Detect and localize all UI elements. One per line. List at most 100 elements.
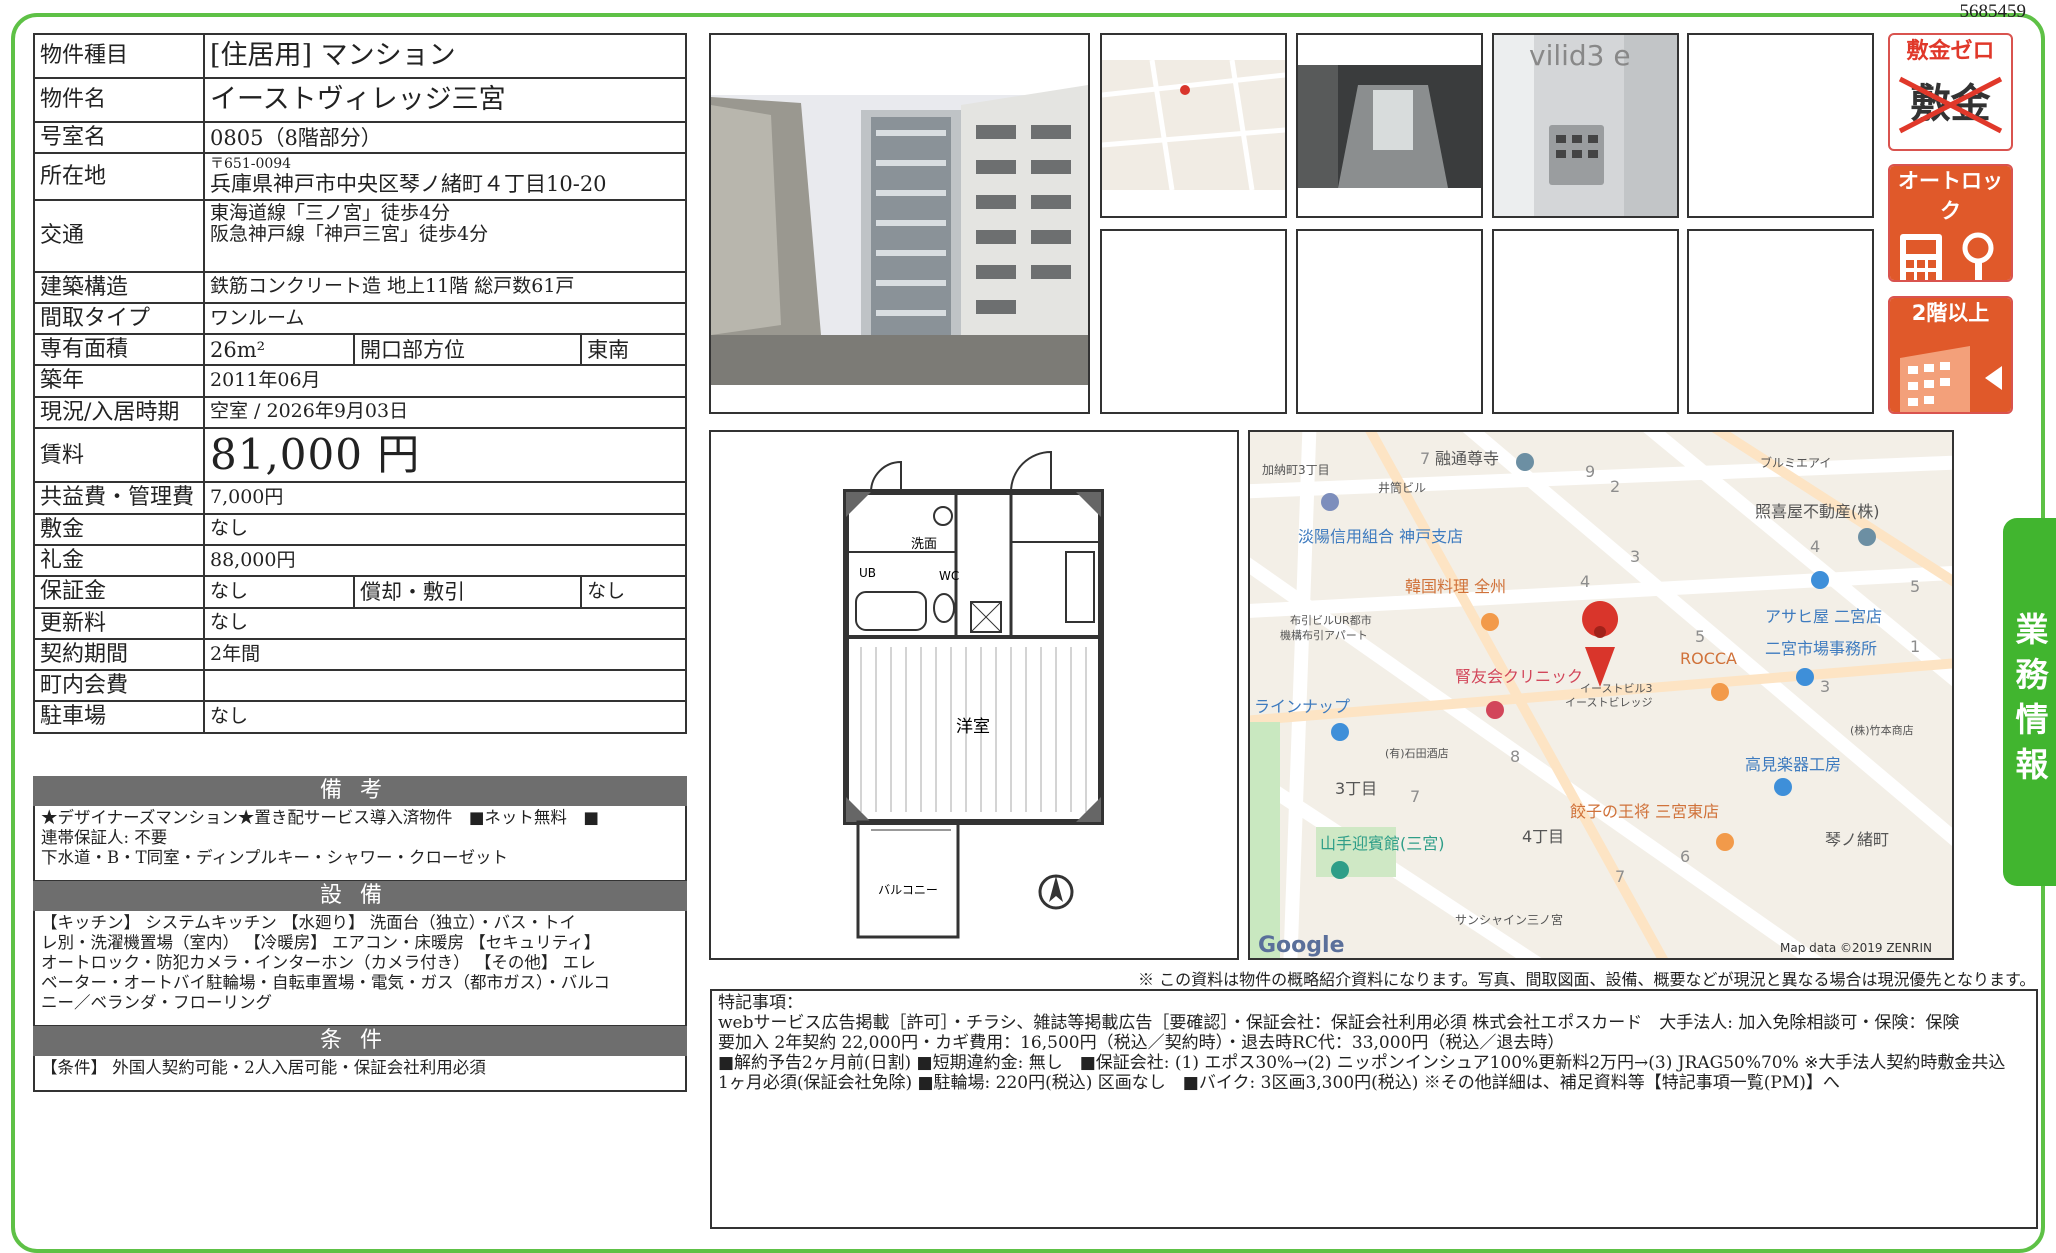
corridor-photo[interactable] bbox=[1296, 33, 1483, 218]
address-label: 所在地 bbox=[33, 152, 205, 201]
map-label-ur-1: 布引ビルUR都市 bbox=[1290, 613, 1372, 627]
type-value: [住居用] マンション bbox=[203, 33, 687, 79]
lock-key-icon bbox=[1890, 226, 2011, 280]
structure-value: 鉄筋コンクリート造 地上11階 総戸数61戸 bbox=[203, 270, 687, 304]
map-label-bank: 淡陽信用組合 神戸支店 bbox=[1298, 527, 1463, 546]
renewal-value: なし bbox=[203, 606, 687, 640]
map-number-3: 2 bbox=[1610, 477, 1620, 496]
ub-label: UB bbox=[859, 566, 876, 580]
community-fee-label: 町内会費 bbox=[33, 669, 205, 703]
structure-label: 建築構造 bbox=[33, 270, 205, 304]
balcony-label: バルコニー bbox=[878, 883, 938, 897]
map-label-kotonoo: 琴ノ緒町 bbox=[1825, 830, 1889, 849]
address-cell: 〒651-0094 兵庫県神戸市中央区琴ノ緒町４丁目10-20 bbox=[203, 152, 687, 201]
floor-plan[interactable]: 洗面 UB WC 洋室 バルコニー bbox=[709, 430, 1239, 960]
name-label: 物件名 bbox=[33, 77, 205, 123]
map-thumbnail-image bbox=[1102, 35, 1285, 216]
community-fee-value bbox=[203, 669, 687, 703]
autolock-label: オートロック bbox=[1890, 166, 2011, 226]
deposit-value: なし bbox=[203, 512, 687, 546]
renewal-label: 更新料 bbox=[33, 606, 205, 640]
map-canvas: 7 9 2 4 3 5 4 5 3 8 7 6 7 1 加納町3丁目 融通尊寺 … bbox=[1250, 432, 1952, 958]
western-room-label: 洋室 bbox=[956, 717, 990, 737]
map-label-gyoza: 餃子の王将 三宮東店 bbox=[1570, 802, 1719, 821]
map-number-12: 6 bbox=[1680, 847, 1690, 866]
conditions-text: 【条件】 外国人契約可能・2人入居可能・保証会社利用必須 bbox=[33, 1056, 687, 1092]
entrance-photo[interactable]: vilid3 e bbox=[1492, 33, 1679, 218]
map-label-lineup: ラインナップ bbox=[1254, 697, 1350, 716]
map-number-13: 7 bbox=[1615, 867, 1625, 886]
building-photo[interactable] bbox=[709, 33, 1090, 414]
map-number-6: 5 bbox=[1910, 577, 1920, 596]
parking-value: なし bbox=[203, 700, 687, 734]
direction-label: 開口部方位 bbox=[352, 333, 583, 367]
zip-code: 〒651-0094 bbox=[210, 156, 292, 173]
map-label-eastvillage: イーストビレッジ bbox=[1565, 696, 1652, 709]
remarks-text: ★デザイナーズマンション★置き配サービス導入済物件 ■ネット無料 ■ 連帯保証人… bbox=[33, 806, 687, 882]
map-label-ishida: (有)石田酒店 bbox=[1385, 746, 1449, 760]
guarantee-label: 保証金 bbox=[33, 575, 205, 609]
map-label-takami: 高見楽器工房 bbox=[1745, 755, 1841, 774]
map-number-7: 4 bbox=[1580, 572, 1590, 591]
building-photo-image bbox=[711, 35, 1088, 412]
strike-cross-icon bbox=[1898, 76, 2003, 134]
contract-value: 2年間 bbox=[203, 637, 687, 672]
map-number-5: 3 bbox=[1630, 547, 1640, 566]
business-info-tab[interactable]: 業務情報 bbox=[2003, 518, 2056, 886]
map-label-4chome: 4丁目 bbox=[1522, 827, 1564, 846]
room-value: 0805（8階部分） bbox=[203, 120, 687, 155]
built-label: 築年 bbox=[33, 364, 205, 398]
address-value: 兵庫県神戸市中央区琴ノ緒町４丁目10-20 bbox=[210, 172, 607, 197]
facilities-heading: 設備 bbox=[33, 881, 687, 911]
map-credit: Map data ©2019 ZENRIN bbox=[1780, 941, 1932, 955]
location-map[interactable]: 7 9 2 4 3 5 4 5 3 8 7 6 7 1 加納町3丁目 融通尊寺 … bbox=[1248, 430, 1954, 960]
map-label-korean: 韓国料理 全州 bbox=[1405, 577, 1506, 596]
map-number-2: 9 bbox=[1585, 462, 1595, 481]
fee-label: 共益費・管理費 bbox=[33, 481, 205, 515]
building-arrow-icon bbox=[1890, 328, 2011, 412]
zero-deposit-badge: 敷金ゼロ 敷金 bbox=[1888, 33, 2013, 151]
conditions-heading: 条件 bbox=[33, 1026, 687, 1056]
empty-photo-slot-2 bbox=[1100, 229, 1287, 414]
transport-line-2: 阪急神戸線「神戸三宮」徒歩4分 bbox=[210, 223, 489, 246]
empty-photo-slot-1 bbox=[1687, 33, 1874, 218]
google-logo: Google bbox=[1258, 933, 1345, 958]
map-label-yamate: 山手迎賓館(三宮) bbox=[1320, 834, 1445, 853]
guarantee-value: なし bbox=[203, 575, 355, 609]
empty-photo-slot-3 bbox=[1296, 229, 1483, 414]
fee-value: 7,000円 bbox=[203, 481, 687, 515]
transport-label: 交通 bbox=[33, 198, 205, 273]
map-label-izutsu: 井筒ビル bbox=[1378, 480, 1426, 495]
area-label: 専有面積 bbox=[33, 333, 205, 367]
map-thumbnail[interactable] bbox=[1100, 33, 1287, 218]
layout-value: ワンルーム bbox=[203, 301, 687, 336]
contract-label: 契約期間 bbox=[33, 637, 205, 672]
map-label-ur-2: 機構布引アパート bbox=[1280, 628, 1368, 642]
second-floor-badge: 2階以上 bbox=[1888, 296, 2013, 414]
map-label-temple: 融通尊寺 bbox=[1435, 449, 1499, 468]
transport-line-1: 東海道線「三ノ宮」徒歩4分 bbox=[210, 201, 451, 224]
map-label-takemoto: (株)竹本商店 bbox=[1850, 723, 1914, 737]
direction-value: 東南 bbox=[580, 333, 687, 367]
floor-plan-drawing: 洗面 UB WC 洋室 バルコニー bbox=[711, 432, 1237, 958]
remarks-heading: 備考 bbox=[33, 776, 687, 806]
room-label: 号室名 bbox=[33, 120, 205, 155]
built-value: 2011年06月 bbox=[203, 364, 687, 398]
deposit-label: 敷金 bbox=[33, 512, 205, 546]
map-label-sunshine: サンシャイン三ノ宮 bbox=[1455, 912, 1563, 927]
autolock-badge: オートロック bbox=[1888, 164, 2013, 282]
type-label: 物件種目 bbox=[33, 33, 205, 79]
key-money-label: 礼金 bbox=[33, 543, 205, 578]
map-number-14: 1 bbox=[1910, 637, 1920, 656]
map-label-realestate: 照喜屋不動産(株) bbox=[1755, 502, 1880, 521]
document-id: 5685459 bbox=[1959, 1, 2027, 22]
map-label-eastbuilding: イーストビル3 bbox=[1580, 682, 1652, 695]
rent-label: 賃料 bbox=[33, 427, 205, 484]
disclaimer-notice: ※ この資料は物件の概略紹介資料になります。写真、間取図面、設備、概要などが現況… bbox=[1138, 970, 2036, 989]
facilities-text: 【キッチン】 システムキッチン 【水廻り】 洗面台（独立）・バス・トイ レ別・洗… bbox=[33, 911, 687, 1027]
status-value: 空室 / 2026年9月03日 bbox=[203, 395, 687, 430]
amort-label: 償却・敷引 bbox=[352, 575, 583, 609]
entrance-sign: vilid3 e bbox=[1529, 39, 1631, 72]
status-label: 現況/入居時期 bbox=[33, 395, 205, 430]
map-label-rocca: ROCCA bbox=[1680, 649, 1737, 668]
